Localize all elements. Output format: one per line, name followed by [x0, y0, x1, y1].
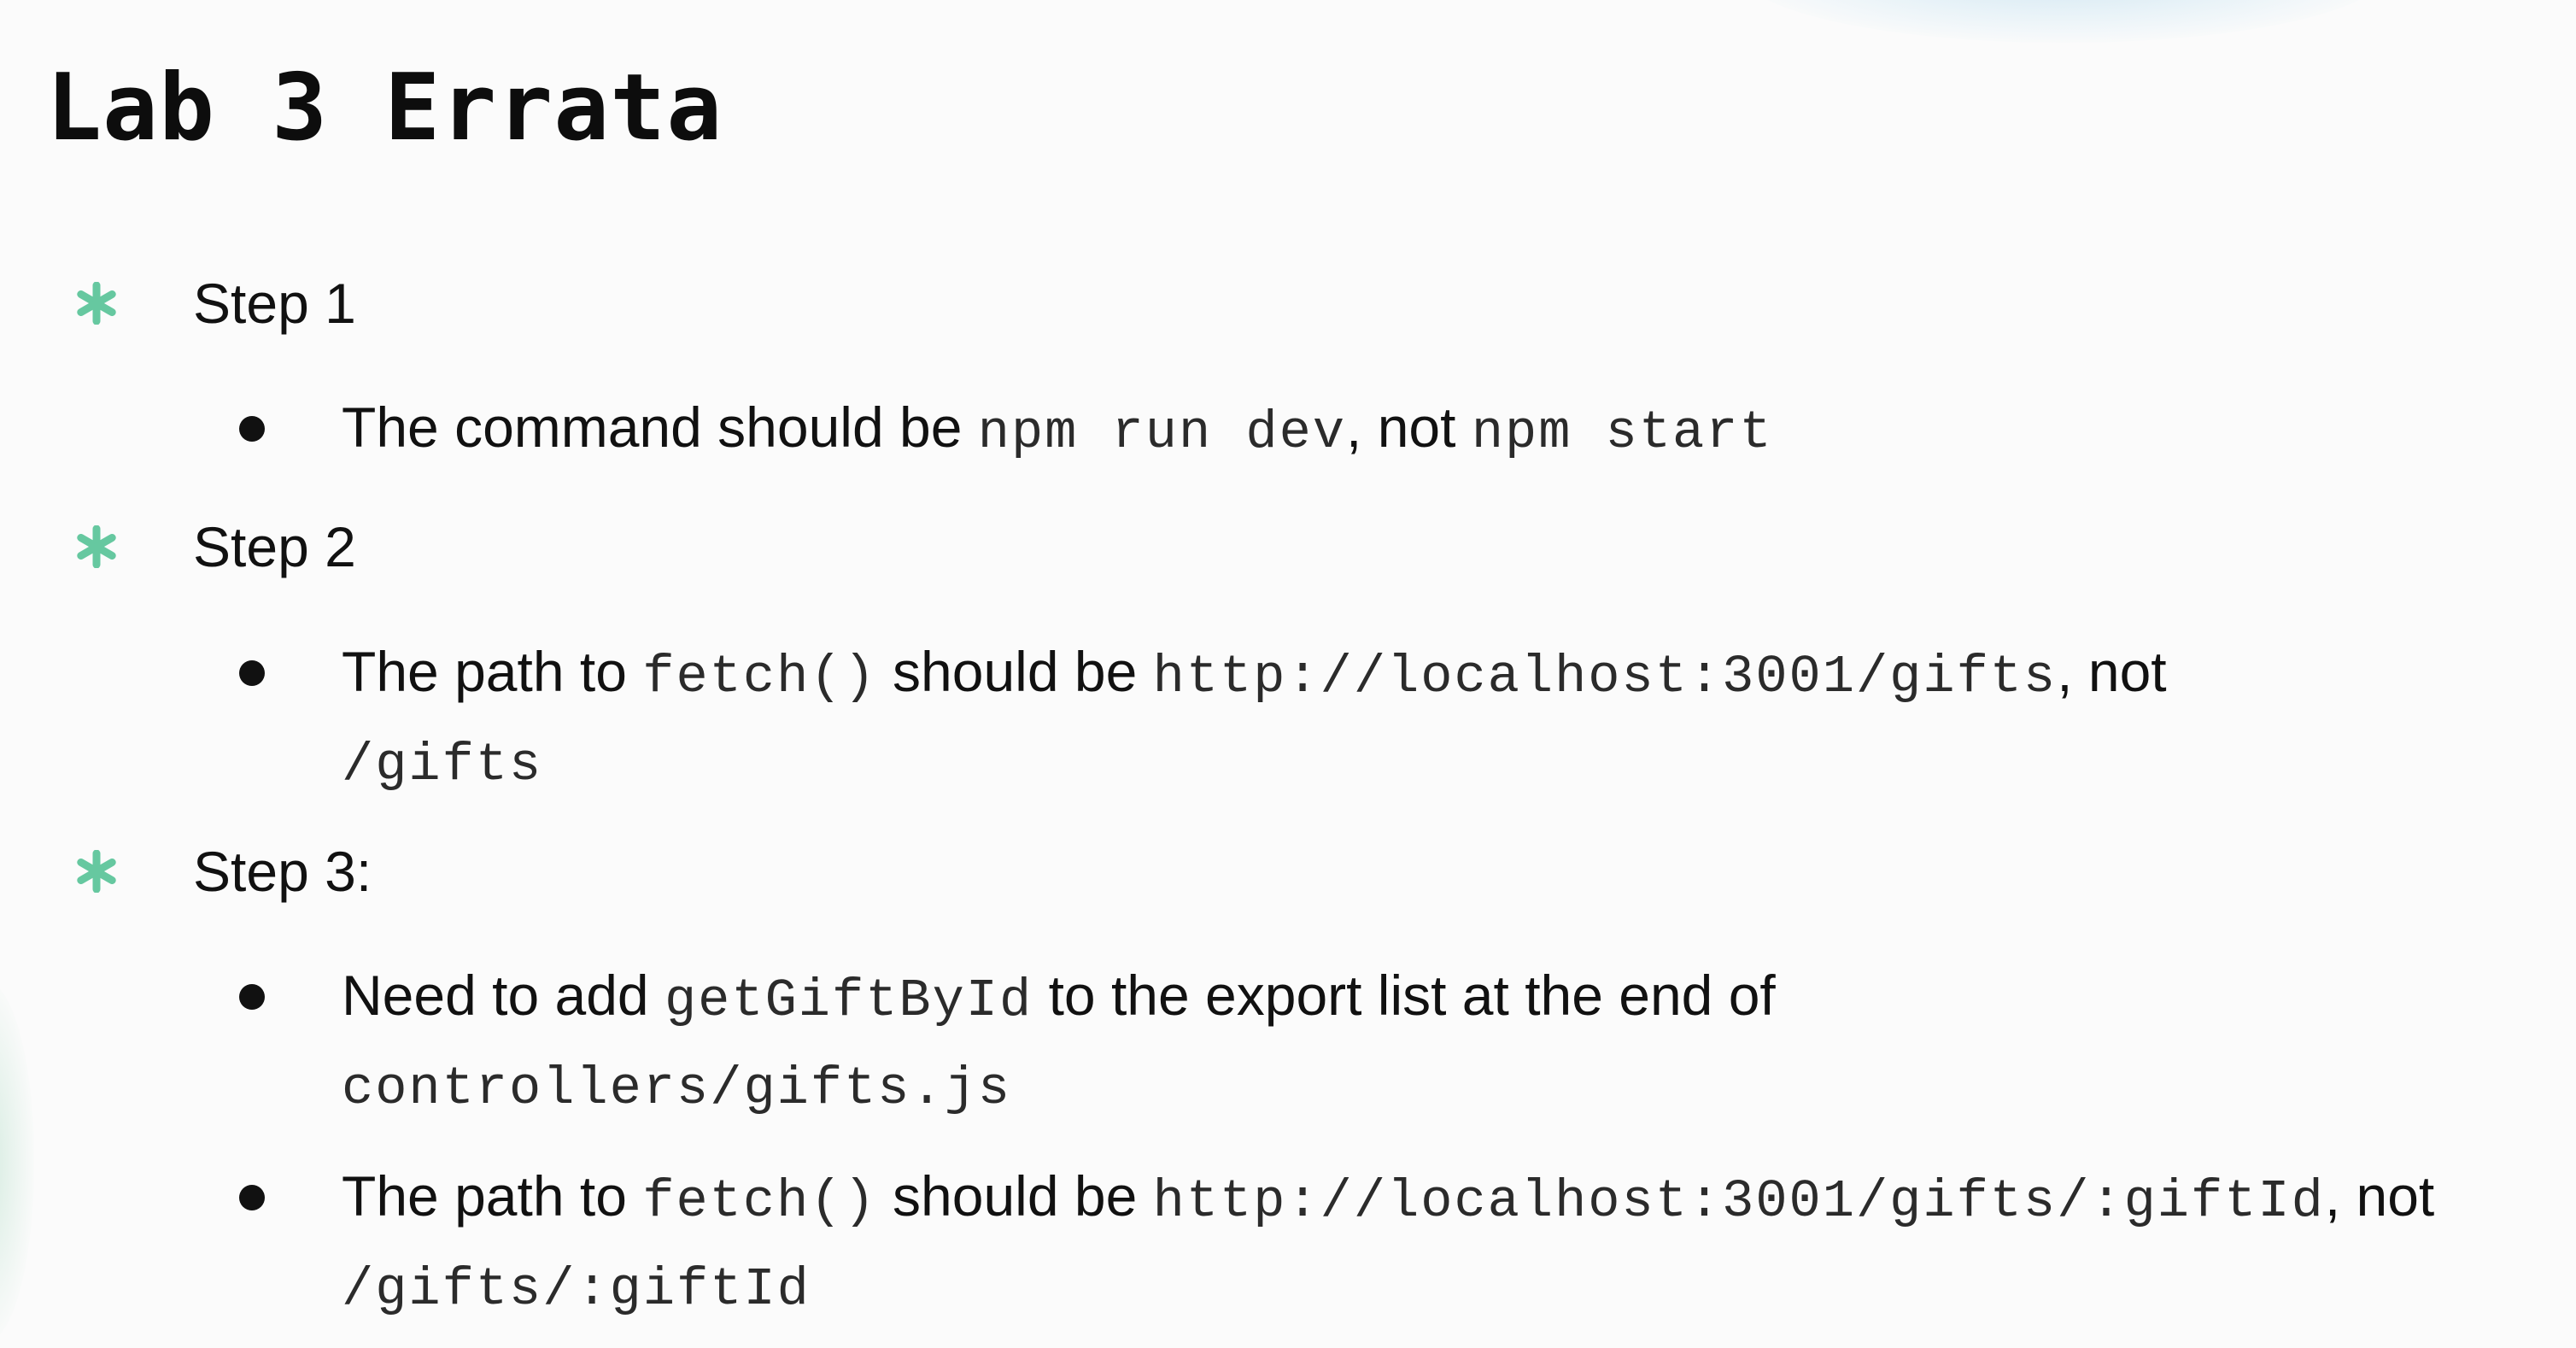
- bullet-text-segment: should be: [876, 640, 1153, 703]
- bullet-dot-icon: [239, 416, 265, 442]
- asterisk-icon: [77, 850, 116, 893]
- code-snippet: /gifts: [342, 735, 543, 795]
- step-label: Step 2: [193, 515, 356, 578]
- code-snippet: /gifts/:giftId: [342, 1259, 811, 1320]
- bullet-text: The path to fetch() should be http://loc…: [342, 1155, 2528, 1331]
- bullet-dot-icon: [239, 660, 265, 686]
- code-snippet: http://localhost:3001/gifts/:giftId: [1152, 1171, 2325, 1232]
- code-snippet: npm start: [1471, 402, 1773, 463]
- bullet-text-segment: The path to: [342, 640, 643, 703]
- step-label: Step 3:: [193, 840, 372, 903]
- code-snippet: fetch(): [642, 647, 877, 707]
- bullet-dot-icon: [239, 1185, 265, 1210]
- code-snippet: controllers/gifts.js: [342, 1058, 1012, 1119]
- bullet-text-segment: to the export list at the end of: [1033, 964, 1776, 1027]
- bullet-dot-icon: [239, 984, 265, 1010]
- bullet-text-segment: , not: [2324, 1164, 2435, 1228]
- code-snippet: npm run dev: [977, 402, 1347, 463]
- code-snippet: fetch(): [642, 1171, 877, 1232]
- code-snippet: getGiftById: [664, 970, 1033, 1031]
- bullet-text-segment: , not: [1346, 396, 1472, 459]
- bullet-text-segment: Need to add: [342, 964, 664, 1027]
- asterisk-icon: [77, 282, 116, 325]
- asterisk-icon: [77, 525, 116, 568]
- step-label: Step 1: [193, 272, 356, 335]
- bullet-text: The command should be npm run dev, not n…: [342, 386, 2528, 474]
- bullet-text: Need to add getGiftById to the export li…: [342, 954, 2033, 1130]
- bullet-text-segment: should be: [876, 1164, 1153, 1228]
- bullet-text-segment: The command should be: [342, 396, 978, 459]
- code-snippet: http://localhost:3001/gifts: [1152, 647, 2058, 707]
- bullet-text-segment: , not: [2057, 640, 2167, 703]
- bullet-text-segment: The path to: [342, 1164, 643, 1228]
- bullet-text: The path to fetch() should be http://loc…: [342, 630, 2255, 806]
- slide-content: Step 1 The command should be npm run dev…: [0, 0, 2576, 1348]
